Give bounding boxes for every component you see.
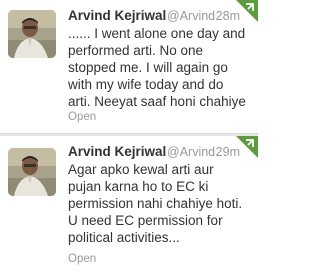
retweet-corner-icon [236,136,258,158]
tweet-header: Arvind Kejriwal @ArvindKejriwal 29m [68,144,240,162]
tweet-item[interactable]: Arvind Kejriwal @ArvindKejriwal 28m ....… [0,0,258,133]
tweet-item[interactable]: Arvind Kejriwal @ArvindKejriwal 29m Agar… [0,136,258,275]
author-handle[interactable]: @ArvindKejriwal [167,9,215,23]
author-name[interactable]: Arvind Kejriwal [68,144,166,159]
avatar[interactable] [8,148,56,196]
open-link[interactable]: Open [68,111,96,123]
avatar[interactable] [8,10,56,58]
tweet-text: ...... I went alone one day and performe… [68,26,246,109]
retweet-corner-icon [236,0,258,22]
tweet-text: Agar apko kewal arti aur pujan karna ho … [68,162,243,245]
profile-photo-icon [8,10,56,58]
open-link[interactable]: Open [68,253,96,265]
tweet-feed: Arvind Kejriwal @ArvindKejriwal 28m ....… [0,0,258,275]
tweet-header: Arvind Kejriwal @ArvindKejriwal 28m [68,8,240,26]
author-handle[interactable]: @ArvindKejriwal [167,145,215,159]
profile-photo-icon [8,148,56,196]
author-name[interactable]: Arvind Kejriwal [68,8,166,23]
